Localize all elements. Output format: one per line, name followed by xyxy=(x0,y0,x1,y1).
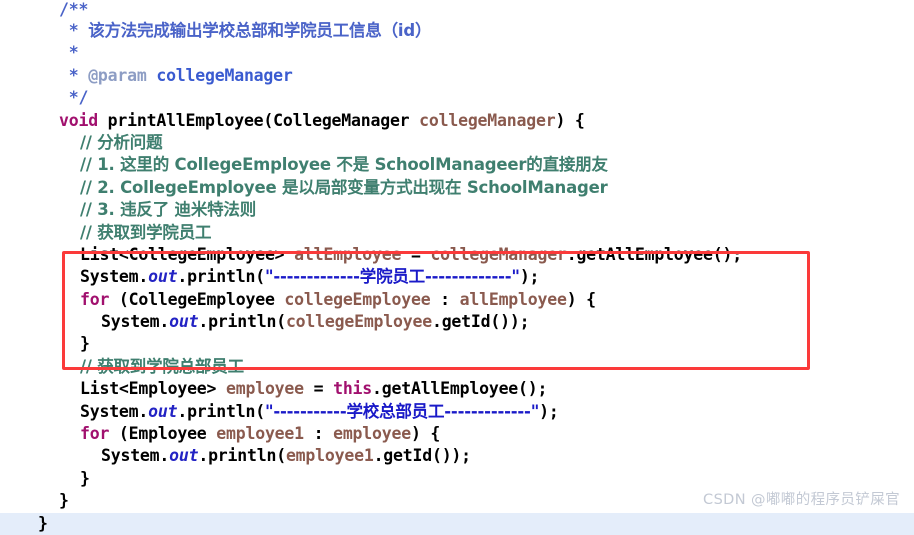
code-token-docparam: collegeManager xyxy=(156,65,293,85)
code-token-cmt: // 获取到学院员工 xyxy=(80,222,212,242)
code-line[interactable]: // 2. CollegeEmployee 是以局部变量方式出现在 School… xyxy=(0,177,914,199)
code-line[interactable]: // 1. 这里的 CollegeEmployee 不是 SchoolManag… xyxy=(0,154,914,176)
code-token-plain: System. xyxy=(101,312,170,332)
code-token-plain: .println( xyxy=(177,267,265,287)
code-token-ident: employee1 xyxy=(216,424,304,444)
code-token-cmt: // 2. CollegeEmployee 是以局部变量方式出现在 School… xyxy=(80,177,608,197)
code-token-doctag: @param xyxy=(88,65,147,85)
code-token-ident: collegeManager xyxy=(419,110,556,130)
code-token-kw: for xyxy=(80,289,110,309)
code-token-static: out xyxy=(148,267,178,287)
code-token-kw: void xyxy=(59,110,98,130)
code-token-doc: 该方法完成输出学校总部和学院员工信息（id） xyxy=(88,21,432,40)
code-token-plain: ) { xyxy=(410,424,441,444)
code-token-static: out xyxy=(169,312,199,332)
code-token-kw: for xyxy=(80,424,110,444)
code-token-plain: ); xyxy=(519,267,540,287)
code-token-cmt: // 3. 违反了 迪米特法则 xyxy=(80,200,257,220)
code-line[interactable]: } xyxy=(0,468,914,490)
csdn-watermark: CSDN @嘟嘟的程序员铲屎官 xyxy=(703,492,900,508)
code-line[interactable]: void printAllEmployee(CollegeManager col… xyxy=(0,110,914,132)
code-token-ident: allEmployee xyxy=(459,289,567,309)
code-token-plain: .println( xyxy=(198,446,286,466)
code-token-plain: .println( xyxy=(177,401,265,421)
code-token-plain: } xyxy=(80,468,90,488)
code-token-plain: = xyxy=(401,244,431,264)
code-token-plain: .getAllEmployee(); xyxy=(372,379,548,399)
code-line[interactable]: List<Employee> employee = this.getAllEmp… xyxy=(0,378,914,400)
code-token-ident: collegeEmployee xyxy=(284,289,431,309)
code-token-plain: (Employee xyxy=(109,424,217,444)
code-line[interactable]: } xyxy=(0,512,914,535)
code-token-ident: collegeManager xyxy=(430,244,567,264)
code-token-plain: System. xyxy=(101,446,170,466)
code-token-doc: */ xyxy=(59,88,89,108)
code-token-doc: /** xyxy=(59,0,89,19)
code-line[interactable]: * 该方法完成输出学校总部和学院员工信息（id） xyxy=(0,20,914,42)
code-token-cmt: // 获取到学院总部员工 xyxy=(80,356,244,376)
code-token-plain: = xyxy=(303,379,334,399)
code-line[interactable]: /** xyxy=(0,0,914,20)
code-line[interactable]: * @param collegeManager xyxy=(0,65,914,87)
code-token-plain: } xyxy=(38,513,48,533)
code-token-plain: List<CollegeEmployee> xyxy=(80,244,295,264)
code-line[interactable]: System.out.println(employee1.getId()); xyxy=(0,445,914,467)
code-token-plain: ); xyxy=(539,401,559,421)
code-lines-container[interactable]: /** * 该方法完成输出学校总部和学院员工信息（id） * * @param … xyxy=(0,0,914,535)
code-token-plain: : xyxy=(303,424,334,444)
code-line[interactable]: // 分析问题 xyxy=(0,132,914,154)
code-token-plain: .getId()); xyxy=(373,446,472,466)
code-token-static: out xyxy=(169,446,199,466)
code-token-ident: collegeEmployee xyxy=(285,312,432,332)
code-line[interactable]: System.out.println("-----------学校总部员工---… xyxy=(0,401,914,423)
code-token-plain: printAllEmployee(CollegeManager xyxy=(97,110,420,130)
code-token-kw: this xyxy=(333,379,373,399)
code-token-doc xyxy=(147,66,157,85)
code-token-doc: * xyxy=(59,21,89,40)
code-token-cmt: // 1. 这里的 CollegeEmployee 不是 SchoolManag… xyxy=(80,155,608,175)
code-token-ident: employee xyxy=(226,379,304,399)
code-line[interactable]: // 获取到学院总部员工 xyxy=(0,356,914,378)
code-token-plain: ) { xyxy=(555,110,585,130)
code-token-cmt: // 分析问题 xyxy=(80,132,163,152)
code-token-ident: employee1 xyxy=(285,446,374,466)
code-token-doc: * xyxy=(59,65,89,85)
code-token-plain: } xyxy=(59,491,69,511)
code-line[interactable]: List<CollegeEmployee> allEmployee = coll… xyxy=(0,244,914,266)
code-screenshot: /** * 该方法完成输出学校总部和学院员工信息（id） * * @param … xyxy=(0,0,914,535)
code-token-doc: * xyxy=(59,43,79,63)
code-line[interactable]: for (CollegeEmployee collegeEmployee : a… xyxy=(0,289,914,311)
code-token-plain: .getAllEmployee(); xyxy=(566,244,742,264)
code-token-plain: .println( xyxy=(198,312,286,332)
code-token-str: "-------------学院员工-------------" xyxy=(264,267,520,287)
code-line[interactable]: for (Employee employee1 : employee) { xyxy=(0,423,914,445)
code-token-ident: employee xyxy=(333,424,411,444)
code-line[interactable]: } xyxy=(0,333,914,355)
code-line[interactable]: * xyxy=(0,42,914,64)
code-token-plain: System. xyxy=(80,401,149,421)
code-token-plain: ) { xyxy=(566,289,596,309)
code-line[interactable]: System.out.println("-------------学院员工---… xyxy=(0,266,914,288)
code-token-ident: allEmployee xyxy=(294,244,402,264)
code-editor-surface[interactable]: /** * 该方法完成输出学校总部和学院员工信息（id） * * @param … xyxy=(0,0,914,535)
code-line[interactable]: System.out.println(collegeEmployee.getId… xyxy=(0,311,914,333)
code-token-plain: .getId()); xyxy=(431,312,530,332)
code-token-plain: System. xyxy=(80,267,149,287)
code-token-plain: } xyxy=(80,334,90,354)
code-token-plain: List<Employee> xyxy=(80,379,227,399)
code-token-plain: (CollegeEmployee xyxy=(109,289,285,309)
code-token-plain: : xyxy=(430,289,460,309)
code-line[interactable]: // 获取到学院员工 xyxy=(0,222,914,244)
code-line[interactable]: */ xyxy=(0,87,914,109)
code-token-str: "-----------学校总部员工-------------" xyxy=(264,401,540,421)
code-line[interactable]: // 3. 违反了 迪米特法则 xyxy=(0,199,914,221)
code-token-static: out xyxy=(148,401,178,421)
